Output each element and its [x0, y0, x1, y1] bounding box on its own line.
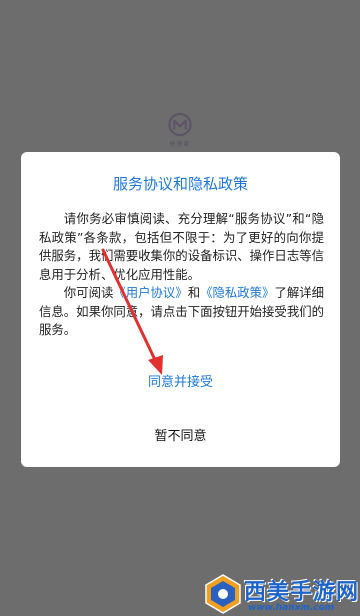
disagree-button[interactable]: 暂不同意	[21, 424, 340, 450]
paragraph-2-and: 和	[187, 285, 201, 300]
paragraph-2-intro: 你可阅读	[63, 285, 114, 300]
app-logo-label: 爸爸家	[169, 141, 191, 148]
site-watermark: 西美手游网 www.hanxm.com	[200, 572, 360, 616]
dialog-paragraph-1: 请你务必审慎阅读、充分理解“服务协议”和“隐私政策”各条款，包括但不限于：为了更…	[39, 211, 324, 282]
privacy-policy-link[interactable]: 《隐私政策》	[200, 285, 274, 300]
privacy-dialog: 服务协议和隐私政策 请你务必审慎阅读、充分理解“服务协议”和“隐私政策”各条款，…	[21, 152, 340, 467]
user-agreement-link[interactable]: 《用户协议》	[113, 285, 187, 300]
app-logo-icon	[168, 112, 192, 137]
app-logo: 爸爸家	[165, 112, 195, 148]
dialog-paragraph-2: 你可阅读《用户协议》和《隐私政策》了解详细信息。如果你同意，请点击下面按钮开始接…	[39, 284, 324, 340]
watermark-logo-icon	[205, 574, 241, 614]
agree-button[interactable]: 同意并接受	[21, 370, 340, 396]
watermark-url: www.hanxm.com	[248, 603, 335, 613]
watermark-brand: 西美手游网	[244, 580, 360, 605]
dialog-body: 请你务必审慎阅读、充分理解“服务协议”和“隐私政策”各条款，包括但不限于：为了更…	[39, 210, 324, 340]
dialog-title: 服务协议和隐私政策	[112, 175, 248, 193]
